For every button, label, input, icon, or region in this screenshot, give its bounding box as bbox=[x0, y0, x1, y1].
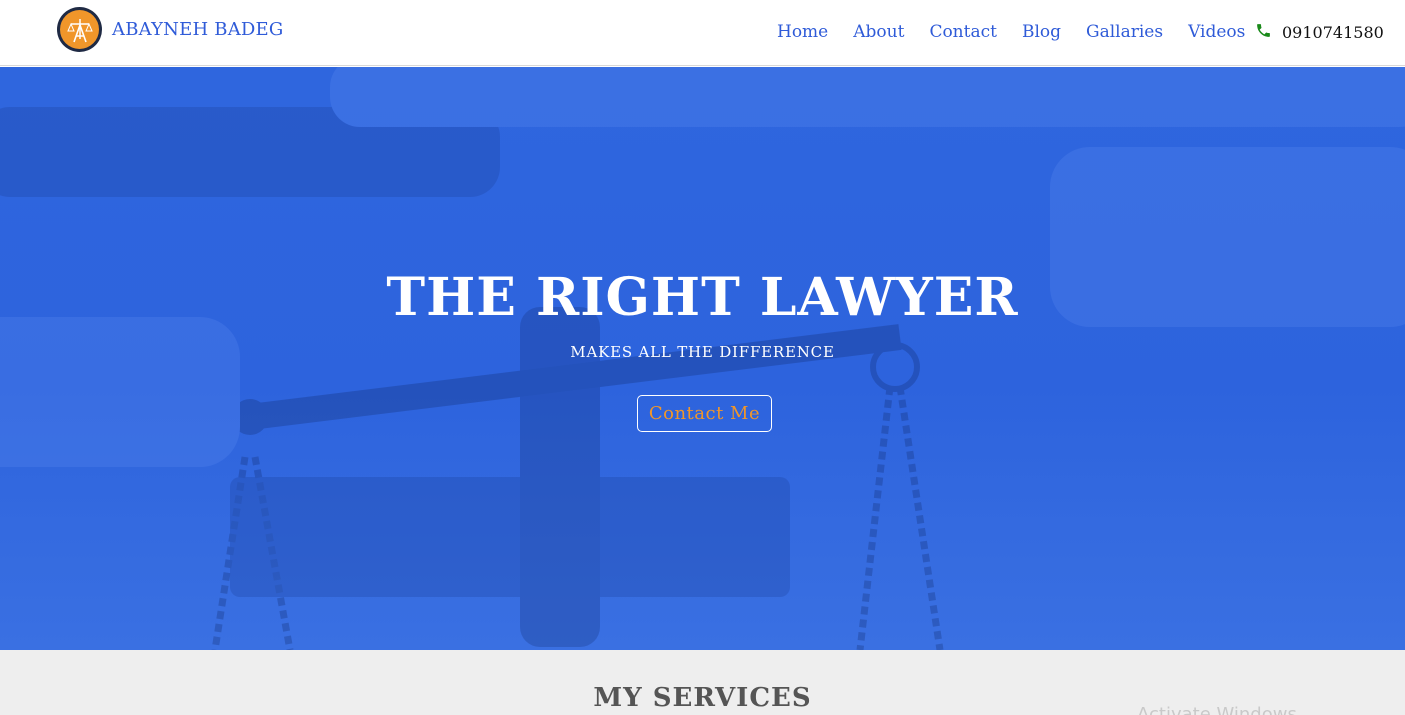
phone-contact[interactable]: 0910741580 bbox=[1255, 0, 1384, 64]
brand[interactable]: ABAYNEH BADEG bbox=[57, 7, 283, 52]
scales-of-justice-logo-icon[interactable] bbox=[57, 7, 102, 52]
top-navbar: ABAYNEH BADEG Home About Contact Blog Ga… bbox=[0, 0, 1405, 66]
nav-gallaries[interactable]: Gallaries bbox=[1086, 22, 1163, 42]
brand-name[interactable]: ABAYNEH BADEG bbox=[112, 19, 283, 40]
contact-me-button[interactable]: Contact Me bbox=[637, 395, 772, 432]
hero-subtitle: MAKES ALL THE DIFFERENCE bbox=[570, 343, 835, 361]
hero-banner: THE RIGHT LAWYER MAKES ALL THE DIFFERENC… bbox=[0, 67, 1405, 650]
nav-about[interactable]: About bbox=[853, 22, 904, 42]
main-nav: Home About Contact Blog Gallaries Videos bbox=[777, 0, 1270, 64]
hero-title: THE RIGHT LAWYER bbox=[386, 267, 1019, 328]
nav-contact[interactable]: Contact bbox=[929, 22, 997, 42]
phone-number[interactable]: 0910741580 bbox=[1282, 23, 1384, 42]
nav-home[interactable]: Home bbox=[777, 22, 828, 42]
nav-blog[interactable]: Blog bbox=[1022, 22, 1061, 42]
phone-icon bbox=[1255, 22, 1272, 43]
activate-windows-watermark: Activate Windows bbox=[1137, 704, 1297, 715]
nav-videos[interactable]: Videos bbox=[1188, 22, 1245, 42]
services-section: MY SERVICES Activate Windows bbox=[0, 650, 1405, 715]
